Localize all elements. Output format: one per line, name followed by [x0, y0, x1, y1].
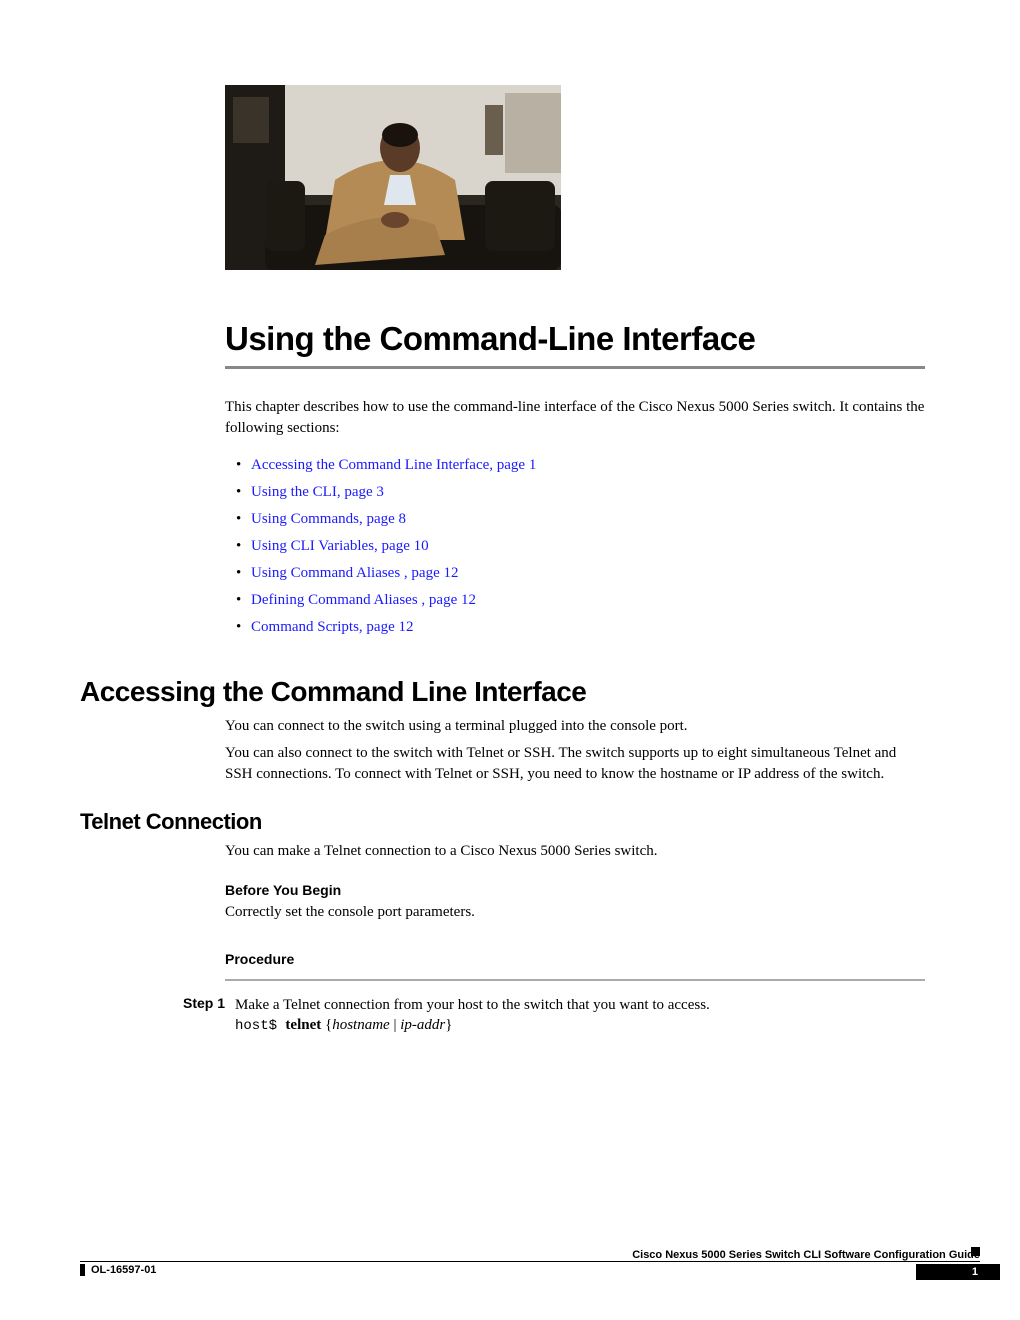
footer-tick-icon	[80, 1264, 85, 1276]
cli-arg: ip-addr	[400, 1017, 445, 1033]
toc-item: Using Commands, page 8	[250, 511, 925, 528]
toc-item: Using CLI Variables, page 10	[250, 538, 925, 555]
chapter-hero-image	[225, 85, 561, 270]
toc-item: Using the CLI, page 3	[250, 484, 925, 501]
toc-link[interactable]: Using CLI Variables, page 10	[251, 538, 429, 554]
body-paragraph: You can connect to the switch using a te…	[225, 716, 925, 737]
footer-doc-id: OL-16597-01	[91, 1264, 156, 1276]
page-footer: Cisco Nexus 5000 Series Switch CLI Softw…	[80, 1249, 1000, 1280]
cli-command: telnet	[285, 1017, 321, 1033]
body-paragraph: Correctly set the console port parameter…	[225, 902, 925, 923]
toc-item: Defining Command Aliases , page 12	[250, 592, 925, 609]
section-heading-accessing-cli: Accessing the Command Line Interface	[80, 676, 925, 708]
chapter-intro: This chapter describes how to use the co…	[225, 397, 925, 439]
cli-prompt: host$	[235, 1018, 285, 1034]
toc-link[interactable]: Using Commands, page 8	[251, 511, 406, 527]
toc-link[interactable]: Accessing the Command Line Interface, pa…	[251, 457, 536, 473]
before-you-begin-heading: Before You Begin	[225, 882, 925, 898]
procedure-rule	[225, 979, 925, 981]
step-label: Step 1	[180, 995, 225, 1036]
cli-brace: {	[321, 1017, 332, 1033]
subsection-heading-telnet: Telnet Connection	[80, 809, 925, 835]
body-paragraph: You can also connect to the switch with …	[225, 743, 925, 785]
footer-guide-title: Cisco Nexus 5000 Series Switch CLI Softw…	[80, 1249, 1000, 1261]
step-text: Make a Telnet connection from your host …	[235, 997, 710, 1013]
toc-link[interactable]: Using Command Aliases , page 12	[251, 565, 458, 581]
cli-brace: }	[445, 1017, 452, 1033]
toc-link[interactable]: Command Scripts, page 12	[251, 619, 413, 635]
body-paragraph: You can make a Telnet connection to a Ci…	[225, 841, 925, 862]
cli-arg: hostname	[332, 1017, 390, 1033]
procedure-step: Step 1 Make a Telnet connection from you…	[180, 995, 925, 1036]
procedure-heading: Procedure	[225, 951, 925, 967]
chapter-toc: Accessing the Command Line Interface, pa…	[250, 457, 925, 636]
toc-item: Command Scripts, page 12	[250, 619, 925, 636]
cli-pipe: |	[390, 1017, 401, 1033]
chapter-title: Using the Command-Line Interface	[225, 320, 925, 358]
chapter-title-rule	[225, 366, 925, 369]
step-body: Make a Telnet connection from your host …	[225, 995, 925, 1036]
toc-item: Using Command Aliases , page 12	[250, 565, 925, 582]
footer-page-number: 1	[916, 1264, 1000, 1280]
footer-marker-icon	[971, 1247, 980, 1256]
toc-item: Accessing the Command Line Interface, pa…	[250, 457, 925, 474]
toc-link[interactable]: Defining Command Aliases , page 12	[251, 592, 476, 608]
toc-link[interactable]: Using the CLI, page 3	[251, 484, 384, 500]
